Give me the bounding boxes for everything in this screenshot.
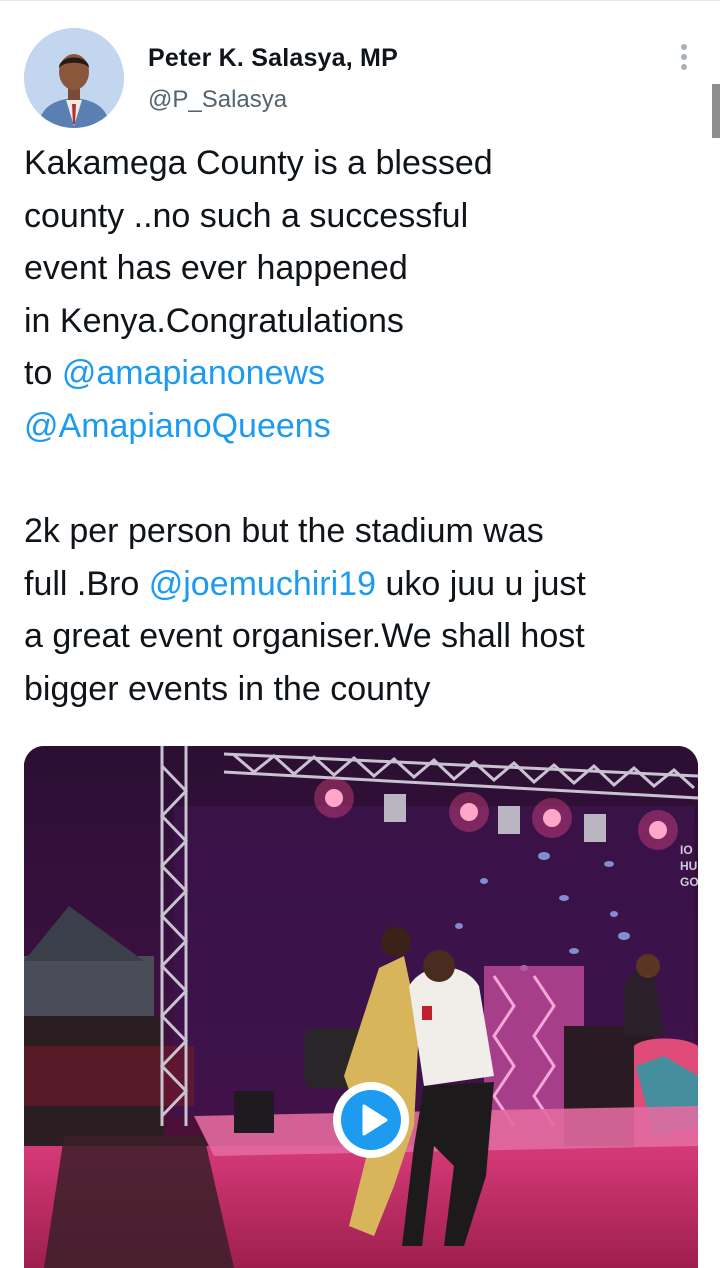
mention-amapianoqueens[interactable]: @AmapianoQueens [24,407,331,445]
text-fragment: uko juu u just [376,564,586,603]
text-fragment: full .Bro [24,564,149,603]
sign-text: GO [680,875,698,889]
tweet-line: @AmapianoQueens [24,400,704,453]
tweet-line: Kakamega County is a blessed [24,144,493,182]
tweet-line: full .Bro @joemuchiri19 uko juu u just [24,558,704,611]
more-options-icon[interactable] [672,42,696,72]
video-thumbnail: IO HU GO [24,746,698,1268]
text-fragment: to [24,354,62,393]
tweet-line: bigger events in the county [24,669,431,708]
mention-joemuchiri19[interactable]: @joemuchiri19 [149,565,376,603]
author-handle[interactable]: @P_Salasya [148,86,287,114]
top-divider [0,0,720,1]
tweet-line: to @amapianonews [24,347,704,400]
avatar[interactable] [24,28,124,128]
video-media[interactable]: IO HU GO [24,746,698,1268]
tweet-line: county ..no such a successful [24,196,469,235]
sign-text: HU [680,859,697,873]
play-button[interactable] [333,1082,409,1158]
tweet-line: 2k per person but the stadium was [24,512,544,551]
tweet-line: event has ever happened [24,249,408,288]
tweet-line: a great event organiser.We shall host [24,617,585,656]
sign-text: IO [680,843,693,857]
scrollbar-thumb[interactable] [712,84,720,138]
author-display-name[interactable]: Peter K. Salasya, MP [148,44,398,73]
tweet-line: in Kenya.Congratulations [24,301,404,340]
tweet-header: Peter K. Salasya, MP @P_Salasya [24,28,696,128]
tweet-text: Kakamega County is a blessed county ..no… [24,137,704,716]
mention-amapianonews[interactable]: @amapianonews [62,354,325,392]
play-icon [341,1090,401,1150]
